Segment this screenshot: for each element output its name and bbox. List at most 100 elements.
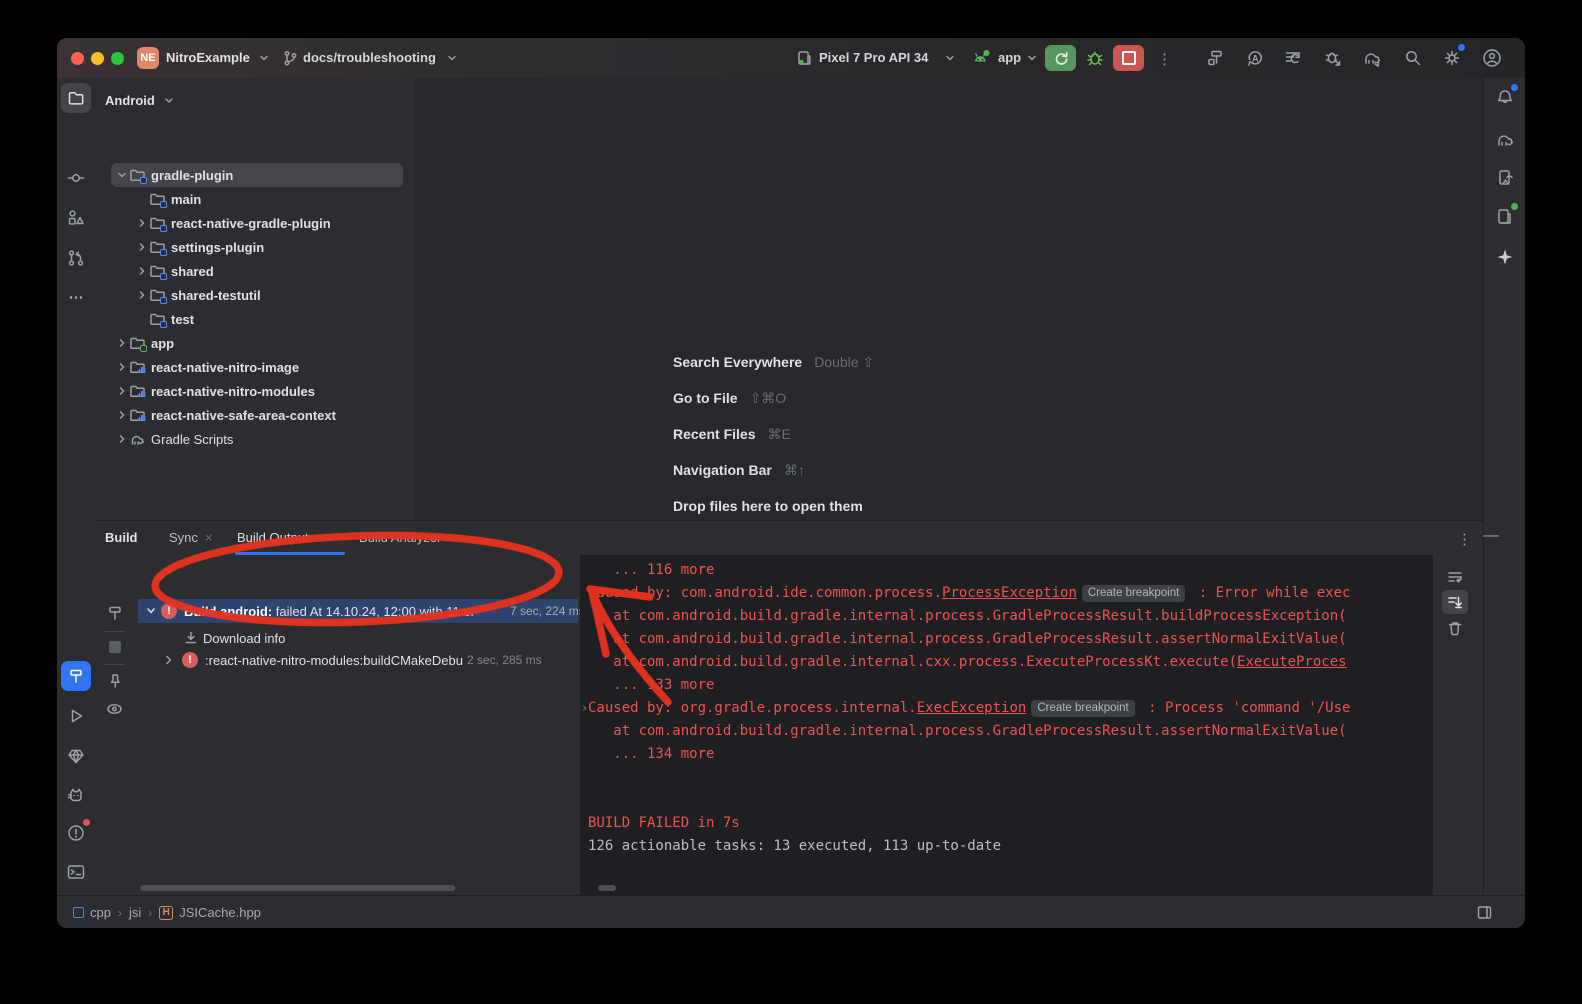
apply-changes-button[interactable]: A [1243, 46, 1267, 70]
layout-toggle-button[interactable] [1476, 904, 1493, 924]
tab-sync[interactable]: Sync× [169, 521, 213, 555]
build-variants-button[interactable] [1281, 46, 1305, 70]
chevron-down-icon[interactable] [145, 605, 157, 617]
left-activity-bar: ⋯ [57, 78, 96, 895]
settings-notification-dot [1458, 44, 1465, 51]
tab-build-output[interactable]: Build Output× [237, 521, 323, 555]
close-window-button[interactable] [71, 52, 84, 65]
scroll-to-end-button[interactable] [1443, 590, 1467, 614]
tree-item-react-native-nitro-image[interactable]: react-native-nitro-image [107, 355, 419, 379]
shortcut-drop-files: Drop files here to open them [673, 493, 863, 519]
tree-item-test[interactable]: test [107, 307, 453, 331]
close-icon[interactable]: × [316, 521, 324, 555]
debug-button[interactable] [1083, 46, 1107, 70]
tree-item-app[interactable]: app [107, 331, 419, 355]
exception-link[interactable]: ExecuteProces [1237, 654, 1347, 670]
branch-name[interactable]: docs/troubleshooting [303, 38, 436, 78]
breadcrumb-jsi[interactable]: jsi [129, 905, 141, 920]
profiler-button[interactable] [1321, 46, 1345, 70]
build-tool-button-active[interactable] [61, 661, 91, 691]
desktop: NE NitroExample docs/troubleshooting Pix… [0, 0, 1582, 1004]
hammer-icon [106, 604, 124, 622]
more-actions-kebab[interactable]: ⋮ [1157, 50, 1173, 68]
tree-item-gradle-plugin[interactable]: gradle-plugin [107, 163, 419, 187]
tree-item-shared-testutil[interactable]: shared-testutil [107, 283, 439, 307]
tree-item-main[interactable]: main [107, 187, 453, 211]
tab-build-analyzer[interactable]: Build Analyzer× [359, 521, 456, 555]
shortcut-label: Recent Files [673, 426, 755, 442]
project-name[interactable]: NitroExample [166, 38, 250, 78]
console-horizontal-scrollbar[interactable] [598, 885, 616, 891]
pin-icon [106, 672, 124, 690]
project-view-selector[interactable]: Android [105, 78, 174, 123]
profile-button[interactable] [1480, 46, 1504, 70]
console-line: ... 133 more [580, 674, 1433, 697]
chevron-right-icon [117, 362, 127, 372]
run-config-name[interactable]: app [998, 38, 1021, 78]
breadcrumb[interactable]: cpp › jsi › H JSICache.hpp [73, 905, 261, 920]
create-breakpoint-pill[interactable]: Create breakpoint [1082, 585, 1185, 602]
create-breakpoint-pill[interactable]: Create breakpoint [1031, 700, 1134, 717]
list-restore-icon [1283, 48, 1303, 68]
search-button[interactable] [1401, 46, 1425, 70]
commit-tool-button[interactable] [64, 166, 88, 190]
exception-link[interactable]: ProcessException [942, 585, 1077, 601]
breadcrumb-file[interactable]: JSICache.hpp [179, 905, 261, 920]
app-quality-insights-tool-button[interactable] [64, 744, 88, 768]
fold-chevron-icon[interactable]: › [581, 697, 588, 720]
close-icon[interactable]: × [448, 521, 456, 555]
terminal-tool-button[interactable] [64, 860, 88, 884]
device-icon [795, 49, 813, 67]
chevron-right-icon[interactable] [163, 654, 175, 666]
exception-link[interactable]: ExecException [917, 700, 1027, 716]
tree-item-gradle-scripts[interactable]: Gradle Scripts [107, 427, 419, 451]
device-manager-icon [1495, 168, 1515, 188]
build-hammer-icon [1206, 48, 1226, 68]
soft-wrap-button[interactable] [1443, 565, 1467, 589]
tree-horizontal-scrollbar[interactable] [140, 885, 455, 891]
project-tool-button[interactable] [61, 83, 91, 113]
build-restart-button[interactable] [104, 602, 126, 624]
gradle-sync-button[interactable] [1360, 46, 1384, 70]
trash-icon [1446, 619, 1464, 637]
run-tool-button[interactable] [64, 704, 88, 728]
close-icon[interactable]: × [205, 521, 213, 555]
tree-item-react-native-gradle-plugin[interactable]: react-native-gradle-plugin [107, 211, 439, 235]
running-devices-button[interactable] [1493, 205, 1517, 229]
build-root-row[interactable]: ! Build android: failed At 14.10.24, 12:… [145, 599, 577, 623]
gemini-button[interactable] [1493, 245, 1517, 269]
failed-task-row[interactable]: ! :react-native-nitro-modules:buildCMake… [163, 648, 542, 672]
problems-tool-button[interactable] [64, 821, 88, 845]
module-folder-icon [149, 191, 166, 207]
rerun-button[interactable] [1045, 45, 1076, 71]
build-button[interactable] [1204, 46, 1228, 70]
notifications-button[interactable] [1493, 86, 1517, 110]
gradle-panel-button[interactable] [1493, 128, 1517, 152]
tree-item-react-native-nitro-modules[interactable]: react-native-nitro-modules [107, 379, 419, 403]
view-options-button[interactable] [104, 698, 126, 720]
tree-item-shared[interactable]: shared [107, 259, 439, 283]
resource-manager-tool-button[interactable] [64, 206, 88, 230]
device-manager-button[interactable] [1493, 166, 1517, 190]
stop-button[interactable] [1113, 45, 1144, 71]
minimize-window-button[interactable] [91, 52, 104, 65]
problems-notification-dot [83, 819, 90, 826]
more-tool-windows-button[interactable]: ⋯ [64, 285, 88, 309]
logcat-tool-button[interactable] [64, 783, 88, 807]
settings-button[interactable] [1440, 46, 1464, 70]
svg-text:A: A [1252, 54, 1259, 64]
module-folder-icon [129, 167, 146, 183]
pull-requests-tool-button[interactable] [64, 246, 88, 270]
download-info-row[interactable]: Download info [183, 626, 285, 650]
clear-console-button[interactable] [1443, 616, 1467, 640]
gradle-elephant-icon [1494, 130, 1516, 150]
device-selector[interactable]: Pixel 7 Pro API 34 [819, 38, 928, 78]
tree-item-settings-plugin[interactable]: settings-plugin [107, 235, 439, 259]
tree-item-label: shared-testutil [171, 288, 261, 303]
pin-tab-button[interactable] [104, 670, 126, 692]
breadcrumb-cpp[interactable]: cpp [90, 905, 111, 920]
hide-panel-button[interactable]: — [1483, 527, 1499, 545]
build-panel-options-kebab[interactable]: ⋮ [1457, 530, 1473, 548]
maximize-window-button[interactable] [111, 52, 124, 65]
tree-item-react-native-safe-area-context[interactable]: react-native-safe-area-context [107, 403, 419, 427]
